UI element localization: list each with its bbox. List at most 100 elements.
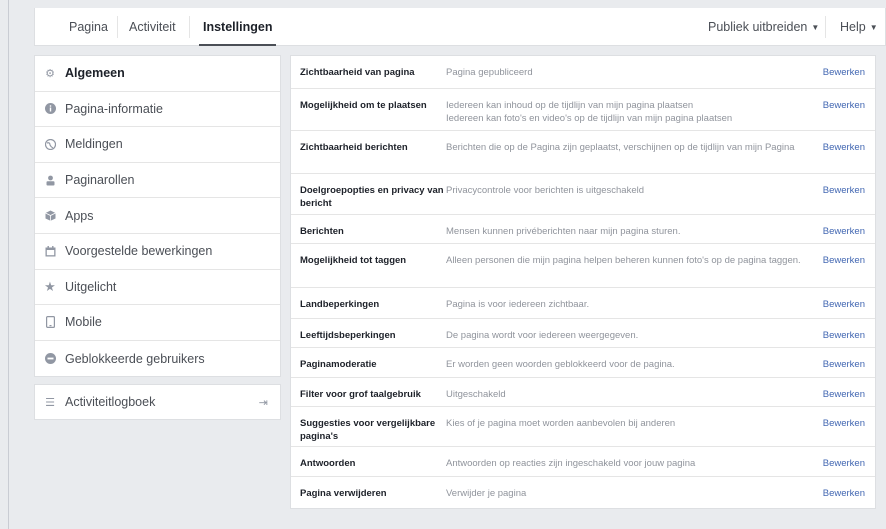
- setting-value: Alleen personen die mijn pagina helpen b…: [446, 255, 801, 266]
- tab-pagina[interactable]: Pagina: [69, 8, 108, 46]
- edit-link[interactable]: Bewerken: [823, 184, 865, 197]
- settings-row: Antwoorden Antwoorden op reacties zijn i…: [291, 447, 875, 477]
- sidebar-item-voorgestelde-bewerkingen[interactable]: Voorgestelde bewerkingen: [35, 234, 280, 270]
- settings-row: Mogelijkheid tot taggen Alleen personen …: [291, 244, 875, 288]
- edit-link[interactable]: Bewerken: [823, 358, 865, 371]
- edit-link[interactable]: Bewerken: [823, 298, 865, 311]
- tab-instellingen[interactable]: Instellingen: [198, 8, 277, 46]
- person-icon: [44, 174, 56, 186]
- setting-label: Zichtbaarheid van pagina: [300, 67, 415, 78]
- block-icon: [44, 353, 56, 365]
- setting-value: Verwijder je pagina: [446, 488, 527, 499]
- settings-row: Zichtbaarheid van pagina Pagina gepublic…: [291, 56, 875, 89]
- edit-link[interactable]: Bewerken: [823, 417, 865, 430]
- setting-value-line: Iedereen kan foto's en video's op de tij…: [446, 113, 733, 124]
- setting-value: De pagina wordt voor iedereen weergegeve…: [446, 330, 639, 341]
- top-navigation: Pagina Activiteit Instellingen Publiek u…: [34, 8, 886, 46]
- setting-value: Iedereen kan inhoud op de tijdlijn van m…: [446, 99, 801, 125]
- sidebar-item-label: Pagina-informatie: [65, 101, 163, 116]
- settings-row: Berichten Mensen kunnen privéberichten n…: [291, 215, 875, 244]
- edit-link[interactable]: Bewerken: [823, 66, 865, 79]
- sidebar-item-label: Voorgestelde bewerkingen: [65, 244, 213, 259]
- info-icon: [44, 103, 56, 115]
- edit-link[interactable]: Bewerken: [823, 254, 865, 267]
- caret-down-icon: ▼: [869, 23, 878, 32]
- sidebar-item-paginarollen[interactable]: Paginarollen: [35, 163, 280, 199]
- sidebar-item-geblokkeerde-gebruikers[interactable]: Geblokkeerde gebruikers: [35, 341, 280, 377]
- settings-row: Mogelijkheid om te plaatsen Iedereen kan…: [291, 89, 875, 131]
- setting-label: Paginamoderatie: [300, 359, 377, 370]
- setting-value: Antwoorden op reacties zijn ingeschakeld…: [446, 458, 696, 469]
- settings-row: Leeftijdsbeperkingen De pagina wordt voo…: [291, 319, 875, 348]
- calendar-icon: [44, 245, 56, 257]
- edit-link[interactable]: Bewerken: [823, 141, 865, 154]
- setting-label: Landbeperkingen: [300, 299, 380, 310]
- sidebar-item-activiteitlogboek[interactable]: ☰ Activiteitlogboek ⇥: [34, 384, 281, 420]
- help-label: Help: [840, 20, 866, 34]
- setting-value: Kies of je pagina moet worden aanbevolen…: [446, 418, 676, 429]
- settings-row: Suggesties voor vergelijkbare pagina's K…: [291, 407, 875, 447]
- sidebar-item-label: Meldingen: [65, 137, 123, 152]
- sidebar-item-label: Paginarollen: [65, 173, 135, 188]
- settings-row: Doelgroepopties en privacy van bericht P…: [291, 174, 875, 215]
- sidebar-item-label: Mobile: [65, 315, 102, 330]
- setting-label: Pagina verwijderen: [300, 488, 387, 499]
- promote-dropdown[interactable]: Publiek uitbreiden ▼: [708, 8, 819, 46]
- tab-activiteit[interactable]: Activiteit: [129, 8, 176, 46]
- setting-value: Berichten die op de Pagina zijn geplaats…: [446, 142, 795, 153]
- exit-icon[interactable]: ⇥: [259, 396, 268, 409]
- sidebar-item-uitgelicht[interactable]: ★ Uitgelicht: [35, 270, 280, 306]
- setting-value: Privacycontrole voor berichten is uitges…: [446, 185, 645, 196]
- settings-table: Zichtbaarheid van pagina Pagina gepublic…: [290, 55, 876, 509]
- star-icon: ★: [44, 278, 56, 294]
- edit-link[interactable]: Bewerken: [823, 329, 865, 342]
- edit-link[interactable]: Bewerken: [823, 487, 865, 500]
- sidebar-item-label: Geblokkeerde gebruikers: [65, 351, 205, 366]
- setting-label: Doelgroepopties en privacy van bericht: [300, 185, 444, 209]
- sidebar-item-label: Algemeen: [65, 66, 125, 81]
- setting-label: Zichtbaarheid berichten: [300, 142, 408, 153]
- sidebar-item-label: Activiteitlogboek: [65, 395, 156, 409]
- sidebar-item-apps[interactable]: Apps: [35, 198, 280, 234]
- tab-separator: [189, 16, 190, 38]
- setting-value: Mensen kunnen privéberichten naar mijn p…: [446, 226, 681, 237]
- sidebar-item-meldingen[interactable]: Meldingen: [35, 127, 280, 163]
- edit-link[interactable]: Bewerken: [823, 457, 865, 470]
- settings-row: Landbeperkingen Pagina is voor iedereen …: [291, 288, 875, 319]
- setting-value: Pagina gepubliceerd: [446, 67, 533, 78]
- caret-down-icon: ▼: [811, 23, 820, 32]
- setting-value-line: Iedereen kan inhoud op de tijdlijn van m…: [446, 100, 694, 111]
- setting-value: Uitgeschakeld: [446, 389, 506, 400]
- setting-label: Leeftijdsbeperkingen: [300, 330, 396, 341]
- setting-label: Suggesties voor vergelijkbare pagina's: [300, 418, 436, 442]
- sidebar-item-label: Uitgelicht: [65, 279, 117, 294]
- tab-separator: [825, 16, 826, 38]
- settings-row: Zichtbaarheid berichten Berichten die op…: [291, 131, 875, 174]
- globe-icon: [44, 138, 56, 150]
- sidebar-item-pagina-informatie[interactable]: Pagina-informatie: [35, 92, 280, 128]
- sidebar-item-label: Apps: [65, 208, 94, 223]
- promote-label: Publiek uitbreiden: [708, 20, 808, 34]
- setting-value: Er worden geen woorden geblokkeerd voor …: [446, 359, 675, 370]
- settings-row: Paginamoderatie Er worden geen woorden g…: [291, 348, 875, 378]
- sidebar-item-mobile[interactable]: Mobile: [35, 305, 280, 341]
- setting-label: Filter voor grof taalgebruik: [300, 389, 421, 400]
- settings-sidebar: ⚙ Algemeen Pagina-informatie Meldingen P…: [34, 55, 281, 378]
- settings-row: Pagina verwijderen Verwijder je pagina B…: [291, 477, 875, 508]
- setting-label: Antwoorden: [300, 458, 356, 469]
- settings-row: Filter voor grof taalgebruik Uitgeschake…: [291, 378, 875, 407]
- setting-label: Mogelijkheid tot taggen: [300, 255, 407, 266]
- tab-separator: [117, 16, 118, 38]
- edit-link[interactable]: Bewerken: [823, 225, 865, 238]
- help-dropdown[interactable]: Help ▼: [840, 8, 878, 46]
- gear-icon: ⚙: [45, 67, 55, 80]
- list-icon: ☰: [45, 396, 55, 409]
- setting-value: Pagina is voor iedereen zichtbaar.: [446, 299, 590, 310]
- edit-link[interactable]: Bewerken: [823, 99, 865, 112]
- sidebar-item-algemeen[interactable]: ⚙ Algemeen: [35, 56, 280, 92]
- edit-link[interactable]: Bewerken: [823, 388, 865, 401]
- setting-label: Berichten: [300, 226, 344, 237]
- mobile-icon: [44, 316, 56, 329]
- setting-label: Mogelijkheid om te plaatsen: [300, 100, 427, 111]
- cube-icon: [44, 210, 56, 222]
